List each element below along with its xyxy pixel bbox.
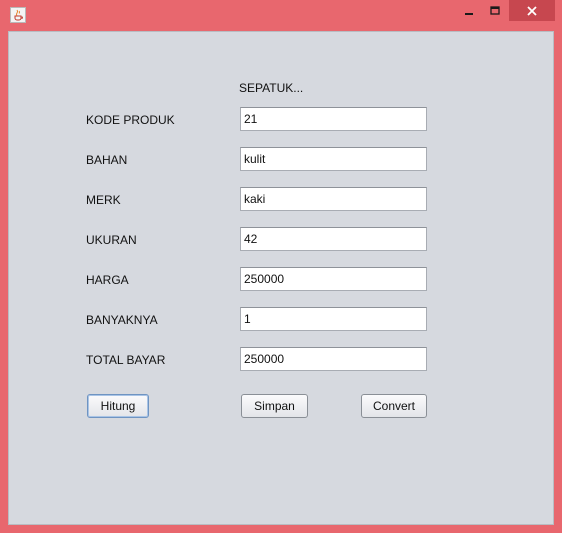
close-button[interactable] xyxy=(509,0,555,21)
minimize-icon xyxy=(465,12,473,15)
merk-field[interactable] xyxy=(240,187,427,211)
harga-field[interactable] xyxy=(240,267,427,291)
hitung-button[interactable]: Hitung xyxy=(87,394,149,418)
total-bayar-label: TOTAL BAYAR xyxy=(86,353,166,367)
ukuran-label: UKURAN xyxy=(86,233,137,247)
simpan-button[interactable]: Simpan xyxy=(241,394,308,418)
close-icon xyxy=(527,5,537,16)
banyaknya-field[interactable] xyxy=(240,307,427,331)
ukuran-field[interactable] xyxy=(240,227,427,251)
bahan-field[interactable] xyxy=(240,147,427,171)
kode-produk-field[interactable] xyxy=(240,107,427,131)
title-bar[interactable] xyxy=(0,0,562,30)
minimize-button[interactable] xyxy=(456,0,482,21)
maximize-button[interactable] xyxy=(482,0,508,21)
maximize-icon xyxy=(490,5,500,15)
merk-label: MERK xyxy=(86,193,121,207)
total-bayar-field[interactable] xyxy=(240,347,427,371)
form-heading: SEPATUK... xyxy=(239,81,304,95)
bahan-label: BAHAN xyxy=(86,153,128,167)
harga-label: HARGA xyxy=(86,273,129,287)
java-coffee-cup-icon[interactable] xyxy=(10,7,26,23)
kode-produk-label: KODE PRODUK xyxy=(86,113,175,127)
banyaknya-label: BANYAKNYA xyxy=(86,313,158,327)
convert-button[interactable]: Convert xyxy=(361,394,427,418)
app-window: SEPATUK... KODE PRODUK BAHAN MERK UKURAN… xyxy=(0,0,562,533)
